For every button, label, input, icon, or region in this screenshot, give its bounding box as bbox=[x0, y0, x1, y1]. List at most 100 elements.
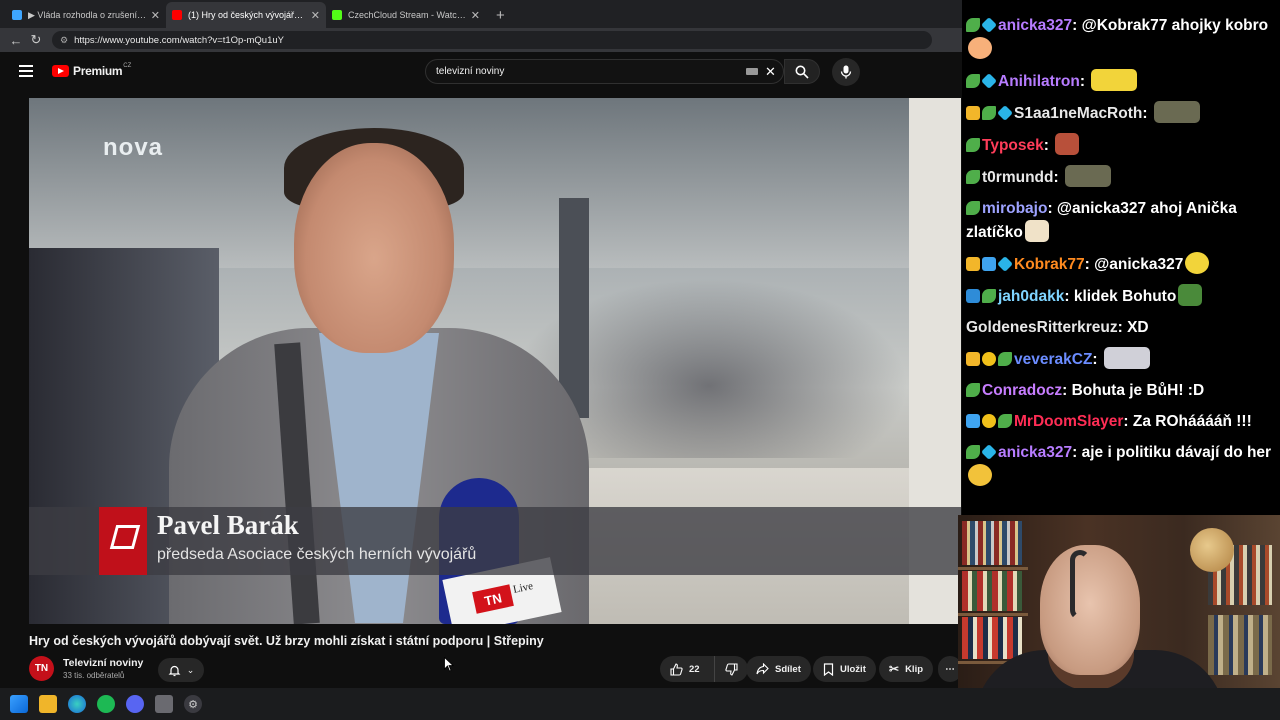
chat-username[interactable]: Anihilatron bbox=[998, 73, 1080, 90]
blush-emote-icon bbox=[968, 37, 992, 59]
tab-2[interactable]: (1) Hry od českých vývojářů dobý ✕ bbox=[166, 2, 326, 28]
windows-start-icon[interactable] bbox=[10, 695, 28, 713]
chat-username[interactable]: t0rmundd bbox=[982, 169, 1053, 186]
leaf-badge-icon bbox=[966, 18, 980, 32]
channel-name[interactable]: Televizní noviny bbox=[63, 657, 143, 669]
url-field[interactable]: ⚙ https://www.youtube.com/watch?v=t1Op-m… bbox=[52, 31, 932, 49]
leaf-badge-icon bbox=[966, 201, 980, 215]
chat-message: GoldenesRitterkreuz: XD bbox=[966, 316, 1276, 339]
vip-badge-icon bbox=[982, 257, 996, 271]
leaf-badge-icon bbox=[998, 352, 1012, 366]
coin-badge-icon bbox=[982, 414, 996, 428]
back-arrow-icon[interactable]: ← bbox=[6, 33, 26, 48]
chat-separator: : bbox=[1062, 382, 1072, 399]
leaf-badge-icon bbox=[982, 106, 996, 120]
chat-username[interactable]: Kobrak77 bbox=[1014, 256, 1085, 273]
chat-separator: : bbox=[1043, 137, 1054, 154]
close-tab-icon[interactable]: ✕ bbox=[471, 9, 480, 22]
crown-badge-icon bbox=[966, 106, 980, 120]
calculator-icon[interactable] bbox=[155, 695, 173, 713]
chat-separator: : bbox=[1117, 319, 1128, 336]
chat-separator: : bbox=[1123, 413, 1133, 430]
leaf-badge-icon bbox=[966, 445, 980, 459]
chat-separator: : bbox=[1072, 17, 1082, 34]
channel-avatar[interactable]: TN bbox=[29, 656, 54, 681]
leaf-badge-icon bbox=[966, 74, 980, 88]
lower-third-role: předseda Asociace českých herních vývojá… bbox=[157, 546, 477, 563]
nova-icon bbox=[99, 507, 147, 575]
chat-text: klidek Bohuto bbox=[1073, 288, 1177, 305]
keyboard-icon[interactable] bbox=[746, 68, 758, 75]
edge-browser-icon[interactable] bbox=[68, 695, 86, 713]
leaf-badge-icon bbox=[966, 383, 980, 397]
save-button[interactable]: Uložit bbox=[813, 656, 876, 682]
save-group: Uložit bbox=[813, 656, 876, 682]
anime-emote-icon bbox=[1024, 220, 1049, 242]
minion-emote-icon bbox=[1091, 69, 1138, 91]
chat-username[interactable]: Typosek bbox=[982, 137, 1044, 154]
clip-button[interactable]: ✂ Klip bbox=[879, 656, 934, 682]
chat-separator: : bbox=[1092, 351, 1102, 368]
tab-1[interactable]: ▶ Vláda rozhodla o zrušení Národ ✕ bbox=[6, 2, 166, 28]
tab-title: (1) Hry od českých vývojářů dobý bbox=[188, 10, 307, 20]
site-info-icon[interactable]: ⚙ bbox=[60, 35, 68, 46]
cube-badge-icon bbox=[981, 17, 997, 33]
clear-search-icon[interactable]: ✕ bbox=[765, 64, 776, 80]
chat-username[interactable]: anicka327 bbox=[998, 17, 1072, 34]
chat-text: Za ROhááááň !!! bbox=[1132, 413, 1252, 430]
reload-icon[interactable]: ↻ bbox=[26, 32, 46, 48]
search-icon bbox=[795, 65, 809, 79]
windows-taskbar: ⚙ bbox=[0, 688, 1280, 720]
headphones-icon bbox=[1070, 550, 1090, 620]
cube-badge-icon bbox=[981, 444, 997, 460]
video-title: Hry od českých vývojářů dobývají svět. U… bbox=[29, 634, 544, 648]
chat-separator: : bbox=[1053, 169, 1063, 186]
hamburger-menu-icon[interactable] bbox=[19, 65, 33, 77]
mouse-cursor-icon bbox=[444, 657, 454, 672]
lower-third-name: Pavel Barák bbox=[157, 510, 299, 540]
chat-username[interactable]: Conradocz bbox=[982, 382, 1062, 399]
chat-username[interactable]: GoldenesRitterkreuz bbox=[966, 319, 1118, 336]
close-tab-icon[interactable]: ✕ bbox=[311, 9, 320, 22]
dislike-button[interactable] bbox=[713, 656, 748, 682]
chat-username[interactable]: veverakCZ bbox=[1014, 351, 1092, 368]
youtube-premium-logo[interactable]: Premium CZ bbox=[52, 63, 131, 78]
file-explorer-icon[interactable] bbox=[39, 695, 57, 713]
voice-search-button[interactable] bbox=[832, 58, 860, 86]
chat-text: Bohuta je BůH! :D bbox=[1071, 382, 1205, 399]
subscribe-notification-button[interactable]: ⌄ bbox=[158, 658, 204, 682]
chat-username[interactable]: anicka327 bbox=[998, 444, 1072, 461]
new-tab-icon[interactable]: + bbox=[496, 2, 505, 28]
video-player[interactable]: TN Live nova Pavel Barák předseda Asocia… bbox=[29, 98, 961, 624]
channel-info: TN Televizní noviny 33 tis. odběratelů bbox=[29, 656, 143, 681]
share-button[interactable]: Sdílet bbox=[746, 656, 811, 682]
chat-separator: : bbox=[1084, 256, 1095, 273]
cat-emote-icon bbox=[1103, 347, 1150, 369]
like-button[interactable]: 22 bbox=[660, 656, 714, 682]
pepe-emote-icon bbox=[1178, 284, 1203, 306]
nova-watermark: nova bbox=[103, 134, 164, 161]
url-text: https://www.youtube.com/watch?v=t1Op-mQu… bbox=[74, 34, 284, 46]
chat-username[interactable]: MrDoomSlayer bbox=[1014, 413, 1123, 430]
chat-username[interactable]: mirobajo bbox=[982, 200, 1047, 217]
settings-gear-icon[interactable]: ⚙ bbox=[184, 695, 202, 713]
spotify-icon[interactable] bbox=[97, 695, 115, 713]
kick-favicon-icon bbox=[332, 10, 342, 20]
chat-username[interactable]: jah0dakk bbox=[998, 288, 1064, 305]
bookmark-icon bbox=[823, 662, 834, 676]
chat-text: aje i politiku dávají do her bbox=[1081, 444, 1272, 461]
leaf-badge-icon bbox=[982, 289, 996, 303]
tab-strip: ▶ Vláda rozhodla o zrušení Národ ✕ (1) H… bbox=[0, 0, 962, 28]
chat-username[interactable]: S1aa1neMacRoth bbox=[1014, 105, 1142, 122]
leaf-badge-icon bbox=[966, 138, 980, 152]
close-tab-icon[interactable]: ✕ bbox=[151, 9, 160, 22]
frog-emote-icon bbox=[1153, 101, 1200, 123]
tab-3[interactable]: CzechCloud Stream - Watch Live o ✕ bbox=[326, 2, 486, 28]
search-button[interactable] bbox=[784, 59, 820, 84]
chat-message: t0rmundd: bbox=[966, 165, 1276, 189]
brand-text: Premium bbox=[73, 64, 123, 78]
chat-message: veverakCZ: bbox=[966, 347, 1276, 371]
discord-icon[interactable] bbox=[126, 695, 144, 713]
search-input[interactable]: televizní noviny ✕ bbox=[425, 59, 784, 84]
tool-badge-icon bbox=[966, 289, 980, 303]
